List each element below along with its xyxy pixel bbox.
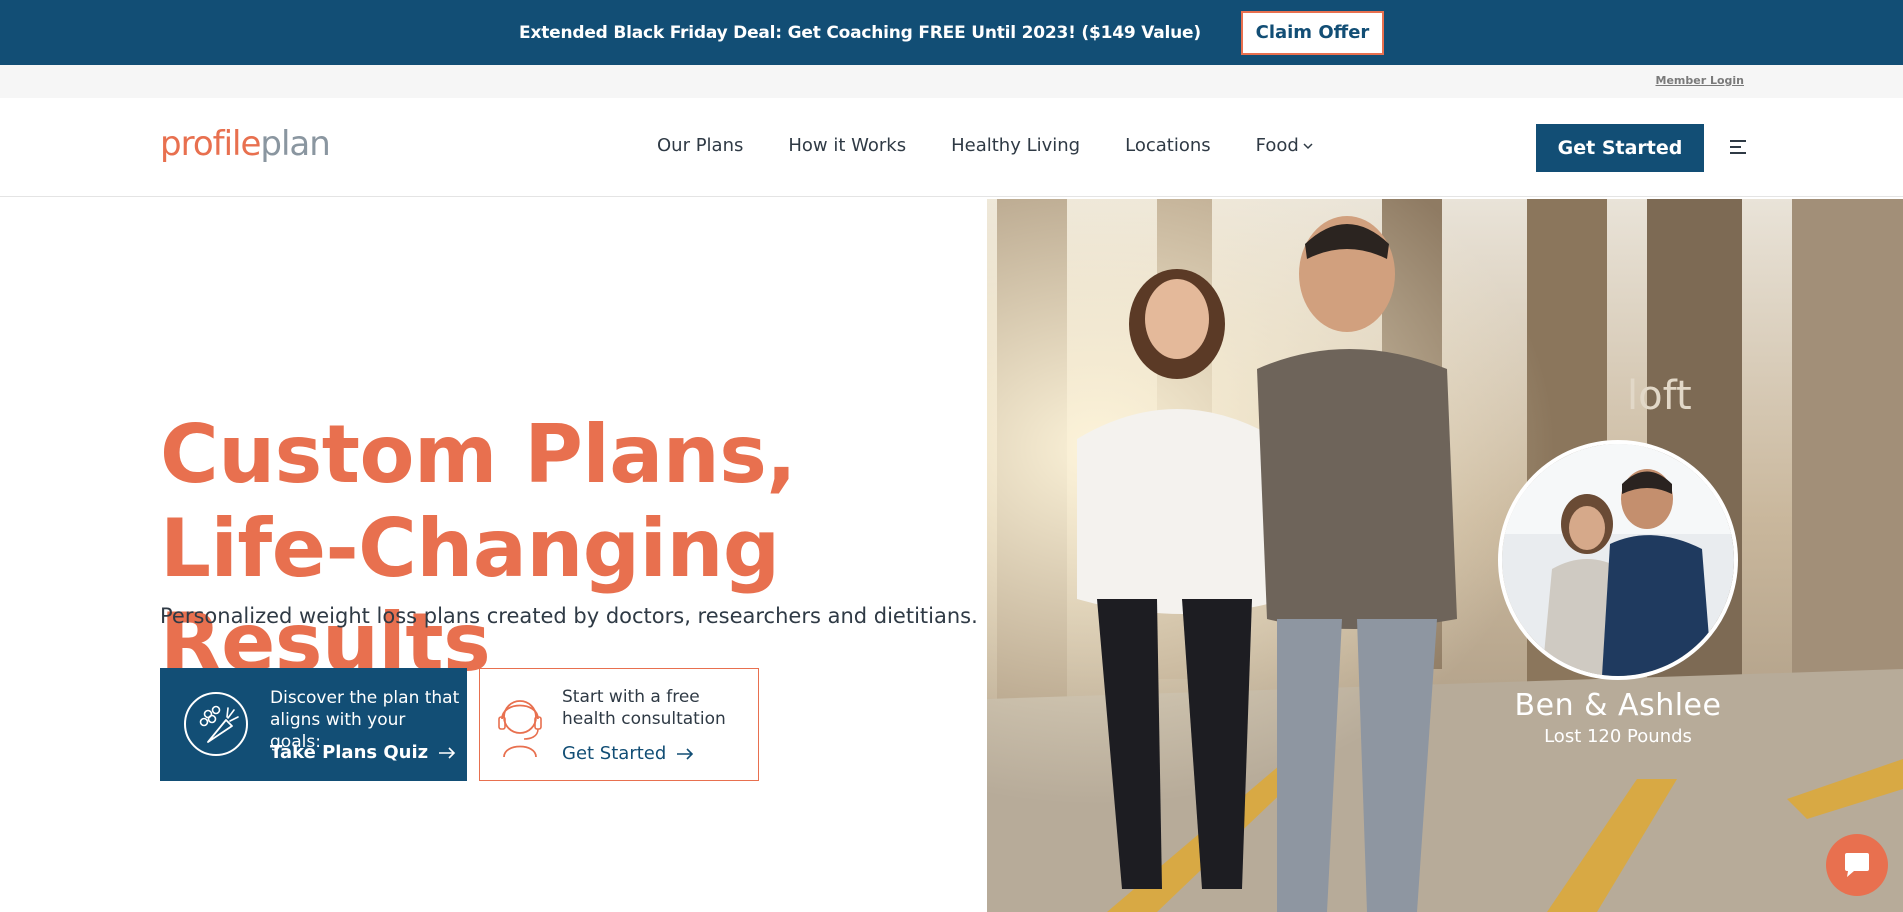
profile-plan-logo[interactable]: profileplan [160, 124, 331, 164]
promo-text: Extended Black Friday Deal: Get Coaching… [519, 22, 1201, 43]
nav-food[interactable]: Food [1256, 135, 1313, 156]
hero-title: Custom Plans, Life-Changing Results [160, 408, 960, 690]
arrow-right-icon [439, 746, 456, 759]
arrow-right-icon [677, 747, 694, 760]
chevron-down-icon [1303, 142, 1313, 149]
get-started-button[interactable]: Get Started [1536, 124, 1704, 172]
utility-bar: Member Login [0, 65, 1903, 98]
headset-person-icon [498, 700, 542, 758]
consult-get-started-link[interactable]: Get Started [562, 743, 694, 764]
main-nav: Our Plans How it Works Healthy Living Lo… [657, 135, 1313, 156]
testimonial-name: Ben & Ashlee [1514, 688, 1722, 723]
consult-card-text: Start with a free health consultation [562, 687, 726, 729]
site-header: profileplan Our Plans How it Works Healt… [0, 98, 1903, 197]
logo-text-plan: plan [260, 124, 330, 164]
promo-banner: Extended Black Friday Deal: Get Coaching… [0, 0, 1903, 65]
chat-launcher-button[interactable] [1826, 834, 1888, 896]
testimonial-couple-illustration [1502, 444, 1734, 676]
take-plans-quiz-card[interactable]: Discover the plan that aligns with your … [160, 668, 467, 781]
nav-locations[interactable]: Locations [1125, 135, 1211, 156]
hero-subtitle: Personalized weight loss plans created b… [160, 604, 978, 628]
member-login-link[interactable]: Member Login [1656, 74, 1745, 87]
quiz-cta-label: Take Plans Quiz [270, 742, 429, 763]
free-consultation-card[interactable]: Start with a free health consultation Ge… [479, 668, 759, 781]
svg-text:loft: loft [1627, 373, 1692, 419]
hero-couple-photo: loft [987, 199, 1903, 912]
consult-cta-label: Get Started [562, 743, 667, 764]
hero-title-line2: Life-Changing Results [160, 502, 780, 689]
nav-how-it-works[interactable]: How it Works [788, 135, 906, 156]
logo-text-profile: profile [160, 124, 261, 164]
chat-bubble-icon [1845, 853, 1869, 877]
take-plans-quiz-link[interactable]: Take Plans Quiz [270, 742, 456, 763]
food-plate-icon [184, 692, 248, 756]
nav-healthy-living[interactable]: Healthy Living [951, 135, 1080, 156]
testimonial-result: Lost 120 Pounds [1544, 726, 1692, 747]
hero-photo-illustration: loft [987, 199, 1903, 912]
testimonial-photo [1498, 440, 1738, 680]
claim-offer-button[interactable]: Claim Offer [1240, 10, 1384, 55]
hero-title-line1: Custom Plans, [160, 408, 797, 501]
nav-food-label: Food [1255, 135, 1299, 156]
hamburger-menu-icon[interactable] [1728, 138, 1748, 156]
nav-our-plans[interactable]: Our Plans [657, 135, 743, 156]
